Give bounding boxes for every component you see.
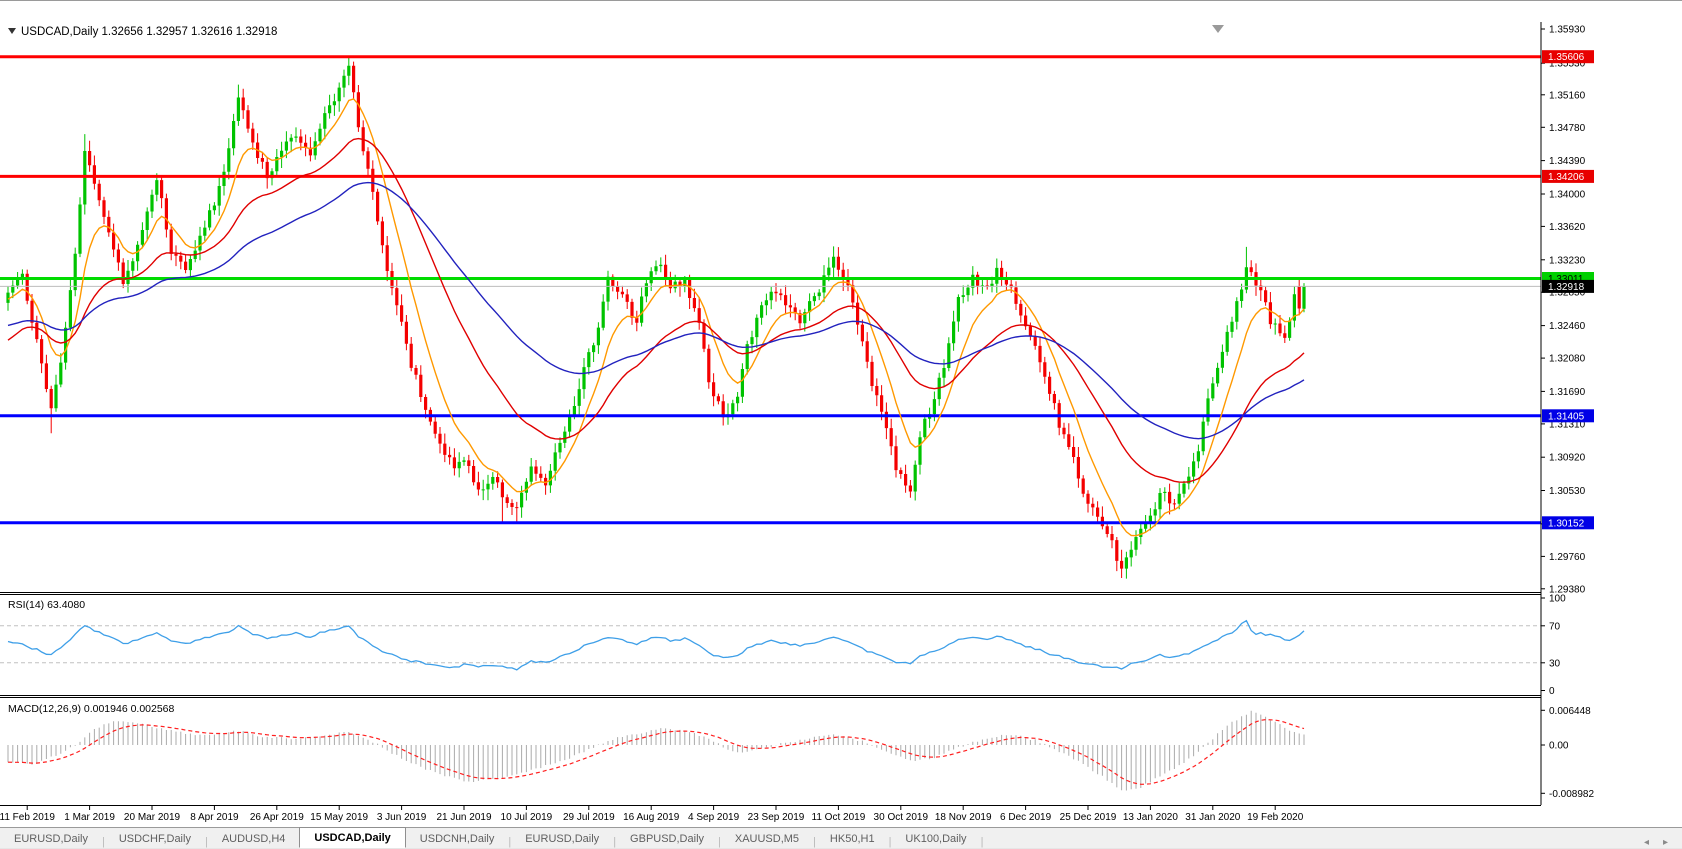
macd-scale-label: 0.00 <box>1549 741 1569 752</box>
date-tick-label: 21 Jun 2019 <box>436 812 491 823</box>
date-tick-label: 29 Jul 2019 <box>563 812 615 823</box>
date-tick-label: 13 Jan 2020 <box>1123 812 1178 823</box>
price-tag-label: 1.34206 <box>1548 172 1585 183</box>
tab-divider: | <box>980 836 984 848</box>
chart-tab-eurusd[interactable]: EURUSD,Daily <box>511 829 613 848</box>
chart-canvas[interactable]: USDCAD,Daily 1.32656 1.32957 1.32616 1.3… <box>0 0 1682 827</box>
macd-label: MACD(12,26,9) 0.001946 0.002568 <box>8 703 175 715</box>
date-tick-label: 11 Oct 2019 <box>812 812 866 823</box>
chart-tab-gbpusd[interactable]: GBPUSD,Daily <box>616 829 718 848</box>
price-tag-label: 1.35606 <box>1548 52 1585 63</box>
date-tick-label: 18 Nov 2019 <box>935 812 992 823</box>
date-tick-label: 3 Jun 2019 <box>377 812 427 823</box>
date-tick-label: 16 Aug 2019 <box>623 812 680 823</box>
date-tick-label: 1 Mar 2019 <box>64 812 115 823</box>
chart-title: USDCAD,Daily 1.32656 1.32957 1.32616 1.3… <box>21 26 277 38</box>
date-tick-label: 11 Feb 2019 <box>0 812 55 823</box>
chart-tab-eurusd[interactable]: EURUSD,Daily <box>0 829 102 848</box>
price-tag-label: 1.30152 <box>1548 518 1585 529</box>
chart-tab-audusd[interactable]: AUDUSD,H4 <box>208 829 300 848</box>
tab-scroll-left-icon[interactable]: ◂ <box>1644 837 1649 848</box>
date-tick-label: 25 Dec 2019 <box>1060 812 1117 823</box>
rsi-label: RSI(14) 63.4080 <box>8 599 85 611</box>
date-tick-label: 6 Dec 2019 <box>1000 812 1052 823</box>
rsi-scale-label: 0 <box>1549 686 1555 697</box>
date-tick-label: 20 Mar 2019 <box>124 812 181 823</box>
rsi-scale-label: 70 <box>1549 621 1561 632</box>
price-tick-label: 1.30920 <box>1549 453 1586 464</box>
price-tick-label: 1.34000 <box>1549 190 1586 201</box>
macd-scale-label: -0.008982 <box>1549 789 1594 800</box>
rsi-scale-label: 100 <box>1549 594 1566 605</box>
date-tick-label: 23 Sep 2019 <box>748 812 805 823</box>
mt4-window: T▾M1M5M15M30H1H4D1W1MN USDCAD,Daily 1.32… <box>0 0 1682 849</box>
price-tag-label: 1.31405 <box>1548 411 1585 422</box>
current-price-label: 1.32918 <box>1548 282 1585 293</box>
macd-scale-label: 0.006448 <box>1549 706 1591 717</box>
price-tick-label: 1.29760 <box>1549 552 1586 563</box>
price-tick-label: 1.34780 <box>1549 123 1586 134</box>
chart-tab-usdcnh[interactable]: USDCNH,Daily <box>406 829 509 848</box>
date-tick-label: 30 Oct 2019 <box>874 812 929 823</box>
date-tick-label: 8 Apr 2019 <box>190 812 239 823</box>
date-tick-label: 26 Apr 2019 <box>250 812 304 823</box>
price-tick-label: 1.33230 <box>1549 255 1586 266</box>
price-tick-label: 1.32460 <box>1549 321 1586 332</box>
date-tick-label: 19 Feb 2020 <box>1247 812 1304 823</box>
chart-tab-usdchf[interactable]: USDCHF,Daily <box>105 829 205 848</box>
chart-tab-xauusd[interactable]: XAUUSD,M5 <box>721 829 813 848</box>
chart-tab-uk100[interactable]: UK100,Daily <box>891 829 980 848</box>
chart-tab-hk50[interactable]: HK50,H1 <box>816 829 889 848</box>
price-tick-label: 1.30530 <box>1549 486 1586 497</box>
price-tick-label: 1.34390 <box>1549 156 1586 167</box>
price-tick-label: 1.33620 <box>1549 222 1586 233</box>
date-tick-label: 4 Sep 2019 <box>688 812 740 823</box>
date-tick-label: 31 Jan 2020 <box>1185 812 1240 823</box>
date-tick-label: 15 May 2019 <box>310 812 368 823</box>
price-tick-label: 1.31690 <box>1549 387 1586 398</box>
date-tick-label: 10 Jul 2019 <box>501 812 553 823</box>
chart-tab-bar: EURUSD,Daily | USDCHF,Daily | AUDUSD,H4 USDCA… <box>0 827 1682 848</box>
price-tick-label: 1.35160 <box>1549 90 1586 101</box>
rsi-scale-label: 30 <box>1549 658 1561 669</box>
price-tick-label: 1.32080 <box>1549 354 1586 365</box>
tab-scroll-right-icon[interactable]: ▸ <box>1663 837 1668 848</box>
price-tick-label: 1.35930 <box>1549 25 1586 36</box>
chart-tab-usdcad[interactable]: USDCAD,Daily <box>299 827 406 848</box>
